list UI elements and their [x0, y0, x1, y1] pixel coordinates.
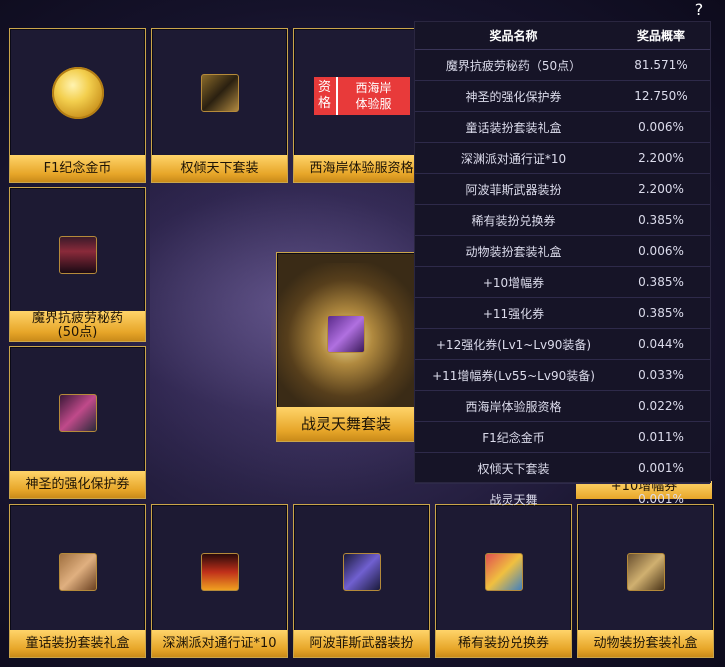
card-label: 童话装扮套装礼盒	[10, 630, 145, 657]
prize-rate: 81.571%	[612, 49, 710, 81]
prize-name: 稀有装扮兑换券	[415, 204, 612, 236]
card-label: 神圣的强化保护券	[10, 471, 145, 498]
table-row: 深渊派对通行证*10 2.200%	[415, 142, 710, 174]
table-row: 权倾天下套装 0.001%	[415, 452, 710, 484]
col-header-rate: 奖品概率	[612, 22, 710, 50]
badge-char: 格	[317, 96, 331, 112]
table-row: +12强化券(Lv1~Lv90装备) 0.044%	[415, 328, 710, 360]
prize-name: 战灵天舞	[415, 483, 612, 514]
table-row: 西海岸体验服资格 0.022%	[415, 390, 710, 422]
card-f1-coin[interactable]: F1纪念金币	[9, 28, 146, 183]
col-header-name: 奖品名称	[415, 22, 612, 50]
table-row: F1纪念金币 0.011%	[415, 421, 710, 453]
table-row: 魔界抗疲劳秘药（50点） 81.571%	[415, 49, 710, 81]
prize-name: +10增幅券	[415, 266, 612, 298]
table-row: 稀有装扮兑换券 0.385%	[415, 204, 710, 236]
card-label: 稀有装扮兑换券	[436, 630, 571, 657]
card-west-coast[interactable]: 资格 西海岸 体验服 西海岸体验服资格	[293, 28, 430, 183]
prize-name: 权倾天下套装	[415, 452, 612, 484]
badge-char: 资	[317, 80, 331, 96]
card-label: 阿波菲斯武器装扮	[294, 630, 429, 657]
prize-rate: 0.011%	[612, 421, 710, 453]
table-row: 童话装扮套装礼盒 0.006%	[415, 111, 710, 143]
prize-name: 阿波菲斯武器装扮	[415, 173, 612, 205]
card-potion[interactable]: 魔界抗疲劳秘药 (50点)	[9, 187, 146, 342]
prize-name: +11增幅券(Lv55~Lv90装备)	[415, 359, 612, 391]
animal-costume-icon	[626, 552, 665, 591]
prize-name: +11强化券	[415, 297, 612, 329]
card-label-line: 魔界抗疲劳秘药	[31, 311, 123, 326]
card-animal-box[interactable]: 动物装扮套装礼盒	[577, 504, 714, 658]
probability-table: 奖品名称 奖品概率 魔界抗疲劳秘药（50点） 81.571% 神圣的强化保护券 12…	[414, 21, 711, 514]
prize-rate: 0.022%	[612, 390, 710, 422]
card-rare-voucher[interactable]: 稀有装扮兑换券	[435, 504, 572, 658]
prize-name: 动物装扮套装礼盒	[415, 235, 612, 267]
card-power-set[interactable]: 权倾天下套装	[151, 28, 288, 183]
prize-name: 西海岸体验服资格	[415, 390, 612, 422]
prize-name: 魔界抗疲劳秘药（50点）	[415, 49, 612, 81]
gift-box-icon	[327, 314, 365, 353]
badge-text: 西海岸	[355, 81, 392, 96]
prize-rate: 0.006%	[612, 111, 710, 143]
card-fairy-box[interactable]: 童话装扮套装礼盒	[9, 504, 146, 658]
potion-icon	[58, 236, 97, 275]
table-row: 阿波菲斯武器装扮 2.200%	[415, 173, 710, 205]
prize-rate: 0.385%	[612, 266, 710, 298]
table-row: 神圣的强化保护券 12.750%	[415, 80, 710, 112]
table-row: 动物装扮套装礼盒 0.006%	[415, 235, 710, 267]
card-label: 动物装扮套装礼盒	[578, 630, 713, 657]
table-row: +11增幅券(Lv55~Lv90装备) 0.033%	[415, 359, 710, 391]
card-holy-protect[interactable]: 神圣的强化保护券	[9, 346, 146, 499]
sword-icon	[342, 552, 381, 591]
qualification-badge-icon: 资格 西海岸 体验服	[313, 77, 410, 116]
table-row: +11强化券 0.385%	[415, 297, 710, 329]
prize-rate: 12.750%	[612, 80, 710, 112]
prize-rate: 0.033%	[612, 359, 710, 391]
voucher-icon	[484, 552, 523, 591]
prize-rate: 2.200%	[612, 142, 710, 174]
prize-name: 童话装扮套装礼盒	[415, 111, 612, 143]
table-row: 战灵天舞 0.001%	[415, 483, 710, 514]
help-icon[interactable]: ?	[687, 0, 711, 22]
prize-name: +12强化券(Lv1~Lv90装备)	[415, 328, 612, 360]
prize-rate: 0.006%	[612, 235, 710, 267]
prize-rate: 0.385%	[612, 297, 710, 329]
card-label: 魔界抗疲劳秘药 (50点)	[10, 311, 145, 341]
prize-name: 深渊派对通行证*10	[415, 142, 612, 174]
prize-rate: 2.200%	[612, 173, 710, 205]
card-spirit-set[interactable]: 战灵天舞套装	[271, 252, 421, 442]
prize-rate: 0.385%	[612, 204, 710, 236]
fire-pass-icon	[200, 552, 239, 591]
gold-coin-icon	[51, 67, 104, 120]
prize-rate: 0.001%	[612, 483, 710, 514]
card-label: F1纪念金币	[10, 155, 145, 182]
table-row: +10增幅券 0.385%	[415, 266, 710, 298]
card-label-line: (50点)	[57, 325, 98, 340]
badge-text: 体验服	[355, 97, 392, 112]
card-label: 西海岸体验服资格	[294, 155, 429, 182]
prize-rate: 0.044%	[612, 328, 710, 360]
prize-name: F1纪念金币	[415, 421, 612, 453]
protect-ticket-icon	[58, 394, 97, 433]
card-apophis-weapon[interactable]: 阿波菲斯武器装扮	[293, 504, 430, 658]
card-label: 深渊派对通行证*10	[152, 630, 287, 657]
prize-name: 神圣的强化保护券	[415, 80, 612, 112]
chest-icon	[200, 74, 239, 113]
card-label: 权倾天下套装	[152, 155, 287, 182]
fairy-costume-icon	[58, 552, 97, 591]
prize-rate: 0.001%	[612, 452, 710, 484]
card-label: 战灵天舞套装	[277, 407, 415, 441]
card-abyss-pass[interactable]: 深渊派对通行证*10	[151, 504, 288, 658]
